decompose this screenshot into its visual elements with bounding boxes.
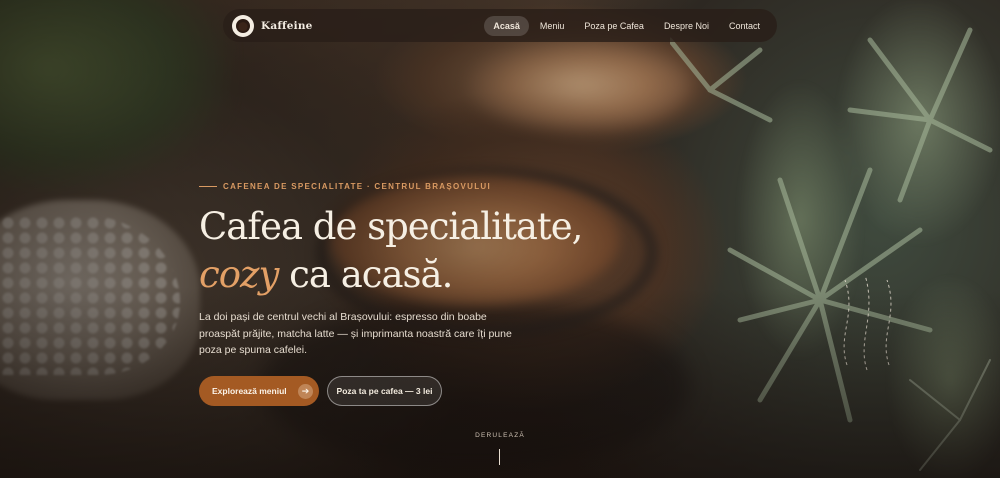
arrow-right-icon: ➔ [298,383,313,399]
headline-accent-word: cozy [199,253,279,296]
nav-link-acasa[interactable]: Acasă [484,15,529,36]
brand[interactable]: Kaffeine [232,14,313,37]
eyebrow-text: CAFENEA DE SPECIALITATE · CENTRUL BRAȘOV… [223,182,492,191]
scroll-indicator-line [499,449,500,465]
hero-eyebrow: CAFENEA DE SPECIALITATE · CENTRUL BRAȘOV… [199,182,491,191]
nav-link-poza-pe-cafea[interactable]: Poza pe Cafea [575,16,653,36]
explore-menu-button[interactable]: Explorează meniul ➔ [199,376,319,406]
explore-menu-label: Explorează meniul [212,386,287,396]
photo-on-coffee-label: Poza ta pe cafea — 3 lei [336,386,433,396]
nav-links: Acasă Meniu Poza pe Cafea Despre Noi Con… [484,15,769,36]
top-navigation-bar: Kaffeine Acasă Meniu Poza pe Cafea Despr… [223,9,777,42]
scroll-hint-text[interactable]: DERULEAZĂ [475,432,525,439]
nav-link-meniu[interactable]: Meniu [531,16,574,36]
headline-line-1: Cafea de specialitate, [199,205,583,248]
coffee-cup-logo-icon [232,14,254,37]
nav-link-contact[interactable]: Contact [720,16,769,36]
nav-link-despre-noi[interactable]: Despre Noi [655,16,718,36]
headline-line-2-rest: ca acasă. [289,253,453,296]
hero-headline: Cafea de specialitate, cozy ca acasă. [199,203,583,299]
photo-on-coffee-button[interactable]: Poza ta pe cafea — 3 lei [327,376,442,406]
hero-description: La doi pași de centrul vechi al Brașovul… [199,311,512,356]
eyebrow-divider-line [199,186,217,187]
brand-name: Kaffeine [261,19,313,32]
